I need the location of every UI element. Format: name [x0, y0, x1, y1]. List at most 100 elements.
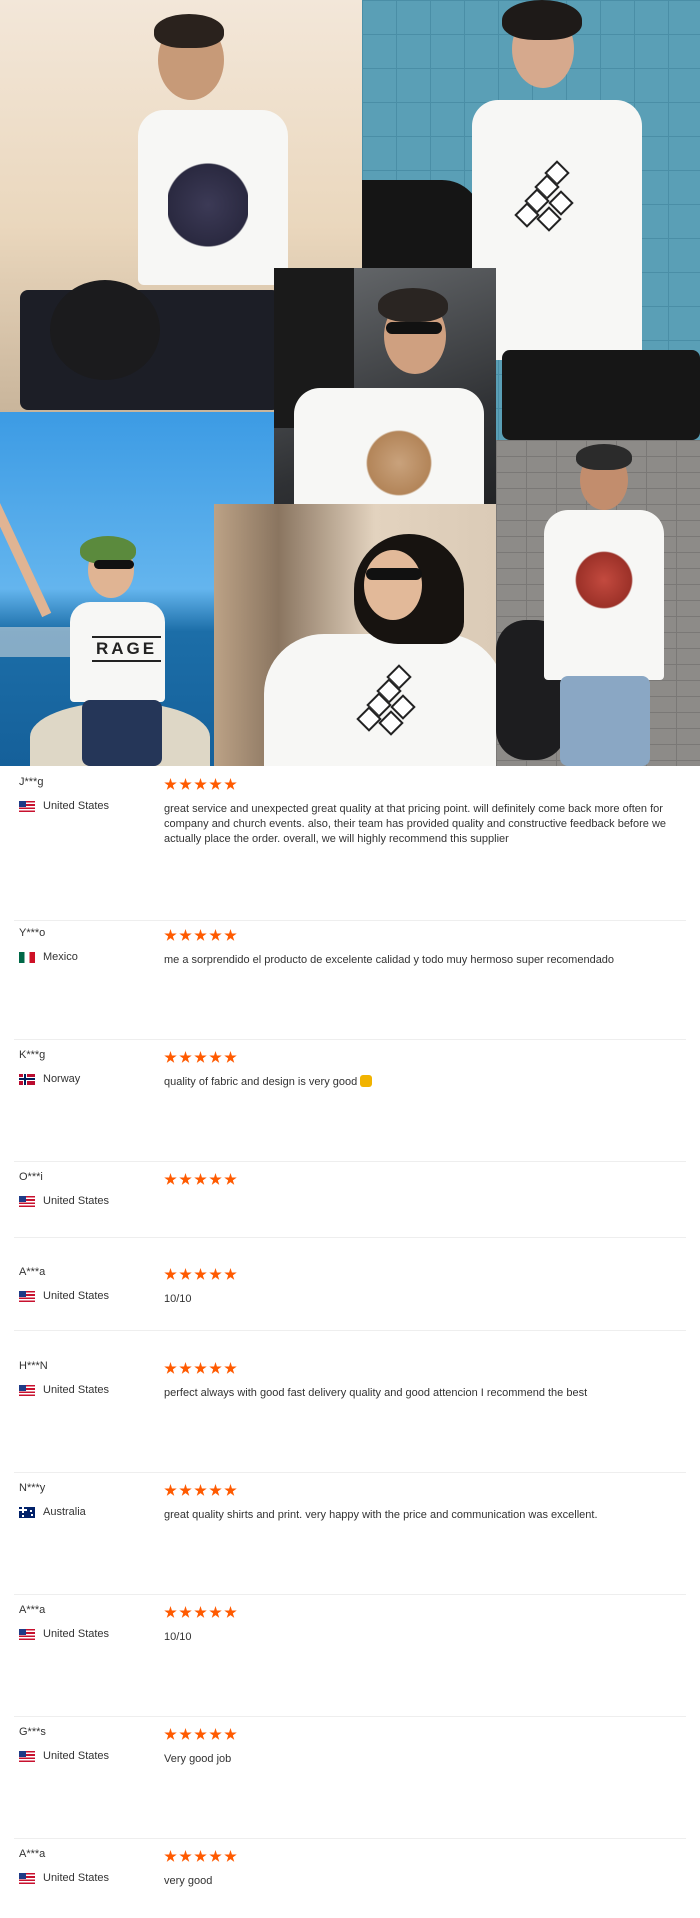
country-label: United States — [43, 800, 110, 812]
star-icon — [164, 1728, 177, 1740]
star-icon — [209, 1268, 222, 1280]
star-rating — [164, 1362, 237, 1375]
divider — [14, 1716, 686, 1717]
star-rating — [164, 1173, 237, 1186]
review-text: Very good job — [164, 1753, 232, 1765]
star-icon — [224, 1606, 237, 1618]
star-icon — [179, 1850, 192, 1862]
star-icon — [224, 778, 237, 790]
star-icon — [194, 1051, 207, 1063]
reviewer-name: Y***o — [19, 927, 46, 939]
star-icon — [164, 1051, 177, 1063]
mx-flag-icon — [19, 951, 35, 963]
star-icon — [179, 1606, 192, 1618]
star-rating — [164, 1268, 237, 1281]
star-icon — [209, 1850, 222, 1862]
star-icon — [224, 1362, 237, 1374]
star-rating — [164, 929, 237, 942]
product-photo-collage: RAGE — [0, 0, 700, 766]
star-icon — [224, 1051, 237, 1063]
star-icon — [209, 1606, 222, 1618]
star-icon — [164, 1268, 177, 1280]
star-icon — [194, 1362, 207, 1374]
star-rating — [164, 1850, 237, 1863]
star-icon — [224, 1268, 237, 1280]
star-icon — [179, 778, 192, 790]
reviewer-country: Mexico — [19, 951, 78, 963]
star-rating — [164, 778, 237, 791]
star-icon — [209, 778, 222, 790]
star-icon — [164, 1850, 177, 1862]
star-icon — [179, 1362, 192, 1374]
star-icon — [224, 1728, 237, 1740]
au-flag-icon — [19, 1506, 35, 1518]
reviewer-name: G***s — [19, 1726, 46, 1738]
star-icon — [194, 778, 207, 790]
photo-woman-sunglasses[interactable] — [214, 504, 536, 766]
country-label: United States — [43, 1872, 110, 1884]
shirt-graphic-rage: RAGE — [92, 636, 162, 662]
country-label: United States — [43, 1750, 110, 1762]
star-icon — [194, 929, 207, 941]
reviewer-name: A***a — [19, 1848, 46, 1860]
country-label: United States — [43, 1384, 110, 1396]
divider — [14, 1330, 686, 1331]
reviewer-country: United States — [19, 800, 109, 812]
star-icon — [194, 1268, 207, 1280]
star-icon — [209, 1728, 222, 1740]
us-flag-icon — [19, 1628, 35, 1640]
star-icon — [209, 1362, 222, 1374]
review-text-wrap: quality of fabric and design is very goo… — [164, 1075, 684, 1090]
star-icon — [179, 929, 192, 941]
star-icon — [179, 1173, 192, 1185]
star-rating — [164, 1484, 237, 1497]
divider — [14, 1039, 686, 1040]
star-icon — [209, 1173, 222, 1185]
country-label: United States — [43, 1290, 110, 1302]
star-icon — [224, 1484, 237, 1496]
shirt-graphic — [512, 160, 582, 232]
review-text: quality of fabric and design is very goo… — [164, 1076, 358, 1088]
star-icon — [179, 1484, 192, 1496]
star-icon — [194, 1173, 207, 1185]
divider — [14, 1161, 686, 1162]
star-icon — [194, 1850, 207, 1862]
reviewer-country: United States — [19, 1290, 109, 1302]
star-icon — [209, 1051, 222, 1063]
us-flag-icon — [19, 1384, 35, 1396]
reviewer-country: United States — [19, 1628, 109, 1640]
us-flag-icon — [19, 1872, 35, 1884]
shirt-graphic — [354, 664, 424, 736]
star-icon — [164, 778, 177, 790]
star-icon — [179, 1728, 192, 1740]
star-icon — [164, 1606, 177, 1618]
review-text: very good — [164, 1875, 213, 1887]
star-icon — [224, 929, 237, 941]
thumbs-up-icon — [360, 1075, 373, 1087]
review-text: great service and unexpected great quali… — [164, 803, 667, 845]
us-flag-icon — [19, 800, 35, 812]
reviewer-name: N***y — [19, 1482, 46, 1494]
review-text: perfect always with good fast delivery q… — [164, 1387, 588, 1399]
country-label: Norway — [43, 1073, 81, 1085]
photo-biker-man[interactable] — [496, 440, 700, 766]
star-icon — [164, 1173, 177, 1185]
country-label: United States — [43, 1628, 110, 1640]
star-icon — [179, 1268, 192, 1280]
star-icon — [194, 1484, 207, 1496]
us-flag-icon — [19, 1195, 35, 1207]
review-text: great quality shirts and print. very hap… — [164, 1509, 598, 1521]
review-text: 10/10 — [164, 1293, 192, 1305]
star-icon — [194, 1728, 207, 1740]
star-icon — [224, 1850, 237, 1862]
star-icon — [209, 1484, 222, 1496]
star-icon — [164, 1362, 177, 1374]
reviewer-name: J***g — [19, 776, 44, 788]
reviewer-country: United States — [19, 1750, 109, 1762]
divider — [14, 920, 686, 921]
star-icon — [179, 1051, 192, 1063]
star-icon — [164, 1484, 177, 1496]
country-label: United States — [43, 1195, 110, 1207]
us-flag-icon — [19, 1750, 35, 1762]
reviewer-name: A***a — [19, 1604, 46, 1616]
